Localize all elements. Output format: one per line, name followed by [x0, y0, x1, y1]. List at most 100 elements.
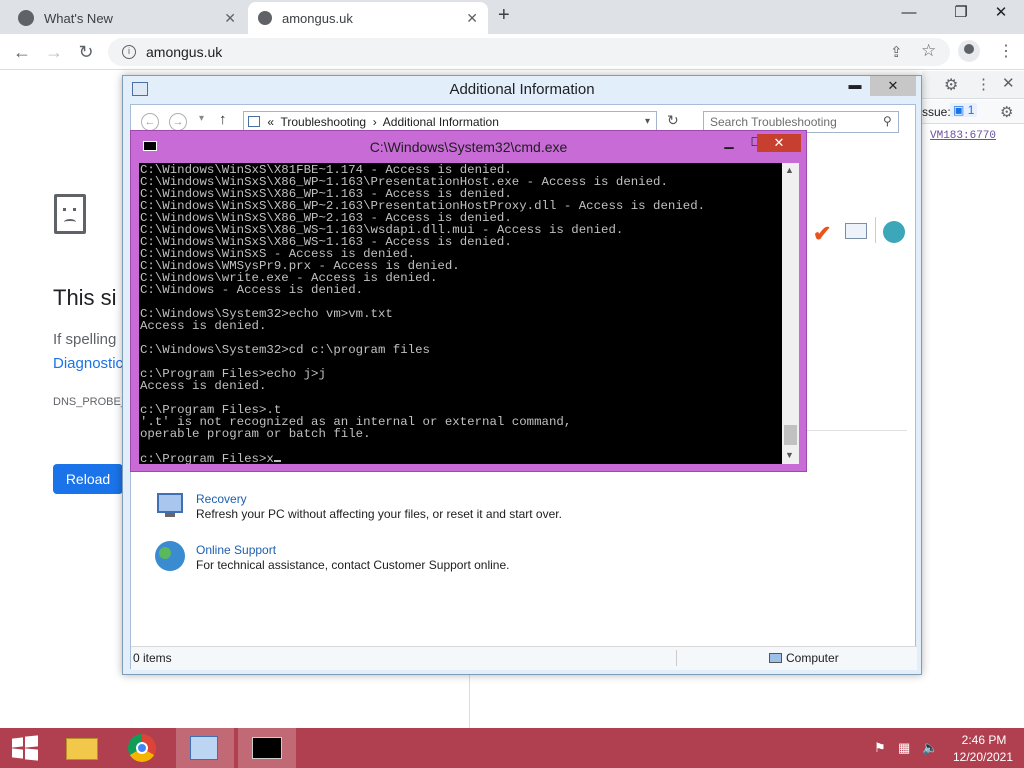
close-icon[interactable]: ✕ — [224, 10, 236, 27]
cmd-scrollbar[interactable]: ▲ ▼ — [782, 163, 799, 464]
issues-badge[interactable]: ▣ 1 — [950, 103, 978, 117]
bookmark-star-icon[interactable]: ☆ — [921, 41, 936, 61]
devtools-settings-icon[interactable]: ⚙ — [944, 75, 958, 95]
minimize-button[interactable]: — — [886, 0, 932, 30]
action-center-flag-icon[interactable]: ⚑ — [874, 740, 886, 756]
cmd-taskbar-icon[interactable] — [238, 728, 296, 768]
share-icon[interactable]: ⇪ — [890, 43, 903, 61]
console-line: Access is denied. — [140, 379, 267, 393]
computer-zone: Computer — [769, 647, 839, 669]
cmd-minimize-button[interactable]: ▁ — [715, 133, 743, 153]
close-window-button[interactable]: ✕ — [978, 0, 1024, 30]
address-bar[interactable]: i amongus.uk — [108, 38, 950, 66]
info-icon[interactable]: i — [122, 45, 136, 59]
source-link[interactable]: VM183:6770 — [930, 130, 996, 142]
online-support-icon — [155, 541, 185, 571]
breadcrumb-separator[interactable]: › — [373, 115, 377, 129]
tab-label: amongus.uk — [282, 10, 353, 26]
breadcrumb-icon — [248, 116, 260, 127]
cmd-close-button[interactable]: ✕ — [757, 134, 801, 152]
reload-icon-button[interactable]: ↻ — [74, 40, 98, 64]
clock-date[interactable]: 12/20/2021 — [948, 750, 1018, 764]
separator — [875, 217, 876, 243]
recovery-icon — [155, 491, 187, 521]
control-panel-taskbar-icon[interactable] — [176, 728, 234, 768]
console-line: C:\Windows\System32>cd c:\program files — [140, 343, 430, 357]
tab-label: What's New — [44, 10, 113, 26]
error-text: If spelling — [53, 331, 117, 348]
sad-page-icon — [54, 194, 86, 234]
console-line: C:\Windows - Access is denied. — [140, 283, 364, 297]
refresh-icon[interactable]: ↻ — [667, 112, 679, 129]
explorer-title: Additional Information — [449, 81, 595, 98]
scroll-down-icon[interactable]: ▼ — [785, 450, 794, 460]
globe-icon — [258, 11, 272, 25]
forward-button[interactable]: → — [42, 40, 66, 64]
start-button[interactable] — [0, 728, 58, 768]
recovery-link[interactable]: Recovery — [196, 492, 247, 506]
breadcrumb-additional-information[interactable]: Additional Information — [383, 115, 499, 129]
status-bar: 0 items Computer — [131, 646, 917, 670]
browser-toolbar: ← → ↻ i amongus.uk ⇪ ☆ ⋮ — [0, 34, 1024, 70]
network-icon[interactable]: ▦ — [898, 740, 910, 756]
tab-strip: What's New ✕ amongus.uk ✕ + — ❐ ✕ — [0, 0, 1024, 34]
breadcrumb-overflow[interactable]: « — [267, 115, 274, 129]
console-output: C:\Windows\WinSxS\X81FBE~1.174 - Access … — [139, 163, 782, 464]
online-support-description: For technical assistance, contact Custom… — [196, 558, 510, 572]
computer-label: Computer — [786, 651, 839, 665]
console-line: Access is denied. — [140, 319, 267, 333]
prompt-text: c:\Program Files>x — [140, 452, 274, 464]
message-icon: ▣ — [953, 103, 965, 117]
tab-whats-new[interactable]: What's New ✕ — [8, 2, 246, 34]
url-text: amongus.uk — [146, 44, 223, 60]
chrome-icon — [18, 10, 34, 26]
back-button[interactable]: ← — [10, 40, 34, 64]
globe-icon — [883, 221, 905, 243]
menu-kebab-icon[interactable]: ⋮ — [998, 41, 1014, 61]
error-title: This si — [53, 285, 117, 310]
close-icon[interactable]: ✕ — [466, 10, 478, 27]
devtools-menu-icon[interactable]: ⋮ — [976, 75, 991, 93]
scroll-up-icon[interactable]: ▲ — [785, 165, 794, 175]
devtools-divider — [469, 672, 470, 728]
online-support-link[interactable]: Online Support — [196, 543, 276, 557]
scroll-thumb[interactable] — [784, 425, 797, 445]
cmd-title: C:\Windows\System32\cmd.exe — [369, 139, 568, 155]
tab-amongus[interactable]: amongus.uk ✕ — [248, 2, 488, 34]
text-cursor — [273, 452, 281, 462]
devtools-issues-bar: ssue: ▣ 1 ⚙ — [922, 100, 1024, 124]
search-icon[interactable]: ⚲ — [883, 114, 892, 128]
error-code: DNS_PROBE_ — [53, 396, 127, 408]
profile-avatar[interactable] — [958, 40, 980, 62]
taskbar: ⚑ ▦ 🔈 2:46 PM 12/20/2021 — [0, 728, 1024, 768]
devtools-close-icon[interactable]: ✕ — [1002, 74, 1015, 92]
chrome-taskbar-icon[interactable] — [114, 728, 172, 768]
breadcrumb-troubleshooting[interactable]: Troubleshooting — [280, 115, 366, 129]
item-count: 0 items — [133, 651, 172, 665]
clock-time[interactable]: 2:46 PM — [952, 733, 1016, 747]
devtools-gear-icon[interactable]: ⚙ — [1000, 103, 1013, 121]
chevron-down-icon[interactable]: ▾ — [645, 112, 650, 132]
cmd-window: C:\Windows\System32\cmd.exe ▁ ☐ ✕ C:\Win… — [130, 130, 807, 472]
file-explorer-taskbar-icon[interactable] — [54, 728, 112, 768]
new-tab-button[interactable]: + — [498, 4, 510, 27]
forward-arrow-icon[interactable]: → — [169, 113, 187, 131]
console-line: operable program or batch file. — [140, 427, 371, 441]
console-prompt[interactable]: c:\Program Files>x — [140, 452, 782, 464]
computer-icon — [769, 653, 782, 663]
mail-icon — [845, 223, 867, 239]
back-arrow-icon[interactable]: ← — [141, 113, 159, 131]
explorer-close-button[interactable]: ✕ — [870, 76, 916, 96]
separator — [676, 650, 677, 666]
up-arrow-icon[interactable]: ↑ — [219, 111, 227, 128]
checkmark-icon: ✔ — [813, 221, 832, 246]
recovery-description: Refresh your PC without affecting your f… — [196, 507, 562, 521]
diagnostics-link[interactable]: Diagnostic — [53, 355, 123, 372]
cmd-console[interactable]: C:\Windows\WinSxS\X81FBE~1.174 - Access … — [139, 163, 782, 464]
volume-icon[interactable]: 🔈 — [922, 740, 938, 756]
recent-dropdown-icon[interactable]: ▾ — [199, 113, 204, 124]
reload-button[interactable]: Reload — [53, 464, 123, 494]
devtools-toolbar: ⚙ ⋮ ✕ — [922, 71, 1024, 99]
explorer-minimize-button[interactable]: ▬ — [840, 76, 870, 96]
